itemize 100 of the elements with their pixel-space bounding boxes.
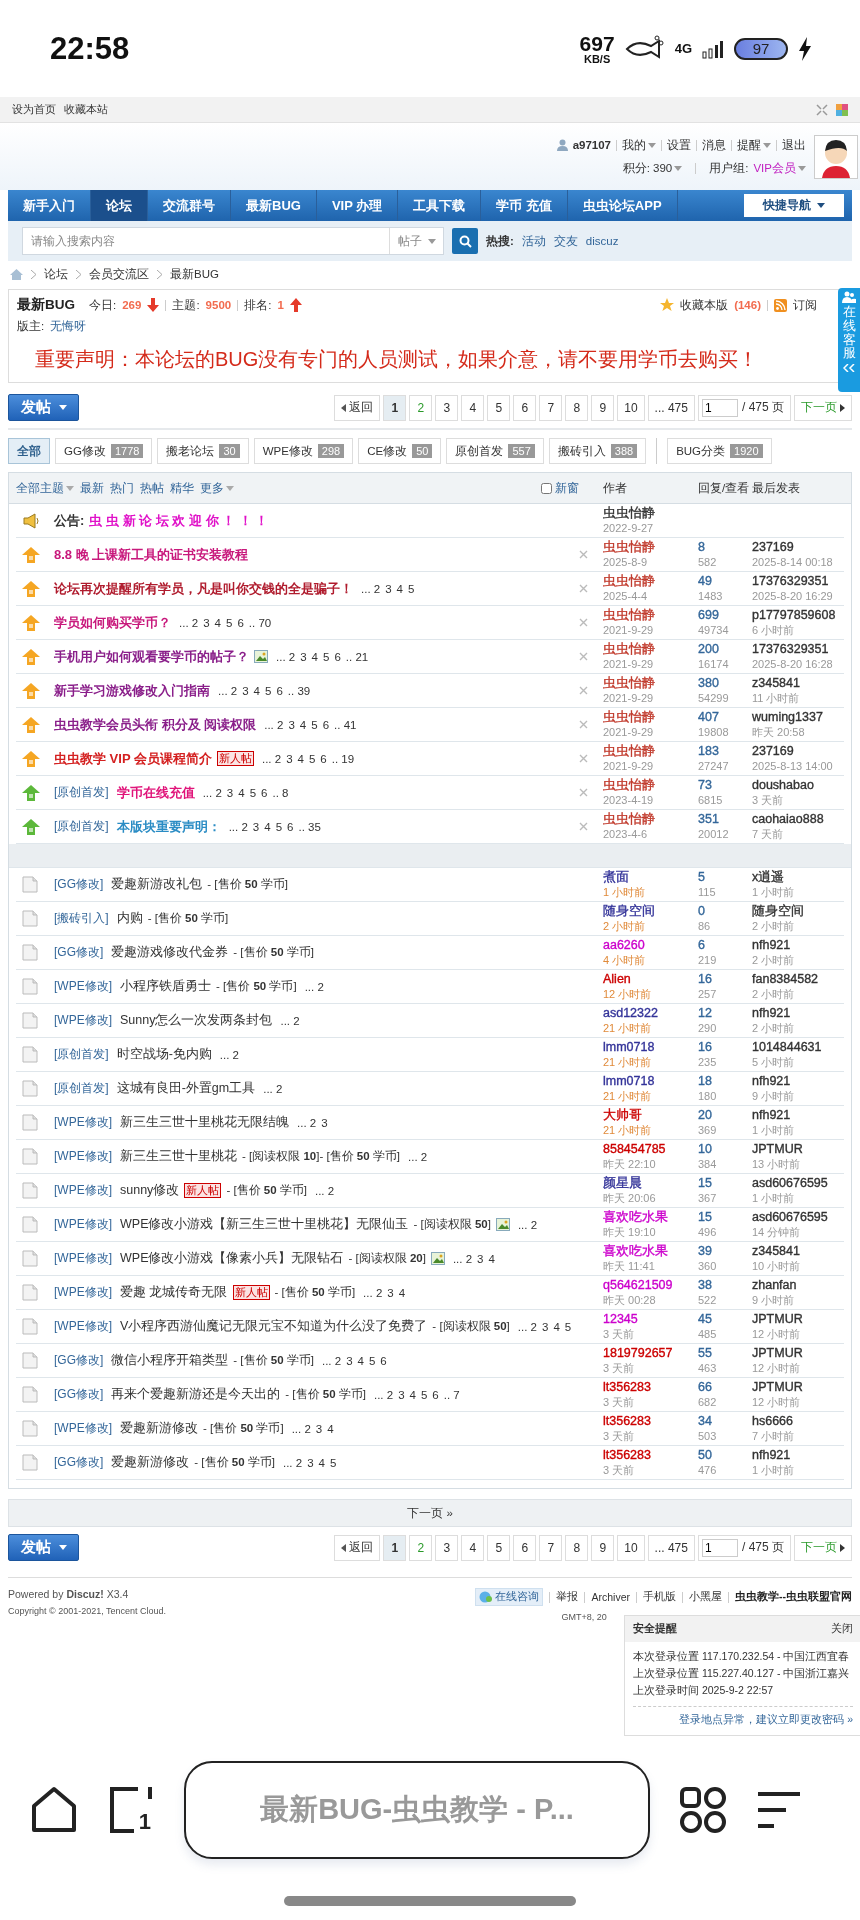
category-link[interactable]: [GG修改]	[54, 1386, 104, 1403]
page-button[interactable]: 5	[487, 394, 511, 421]
page-jump-field[interactable]: 1	[701, 398, 738, 417]
author-link[interactable]: 喜欢吃水果	[603, 1209, 668, 1225]
page-button[interactable]: 10	[617, 1534, 645, 1561]
last-page-button[interactable]: ... 475	[647, 1534, 695, 1561]
thread-title[interactable]: V小程序西游仙魔记无限元宝不知道为什么没了免费了	[120, 1318, 428, 1335]
page-link[interactable]: ... 2	[373, 1388, 394, 1401]
menu-icon[interactable]	[756, 1790, 802, 1830]
thread-title[interactable]: 虫虫教学 VIP 会员课程简介	[54, 749, 212, 768]
page-link[interactable]: 6	[322, 718, 330, 731]
thread-title[interactable]: WPE修改小游戏【新三生三世十里桃花】无限仙玉	[120, 1216, 409, 1233]
top-link[interactable]: 收藏本站	[64, 102, 108, 117]
page-link[interactable]: 3	[346, 1354, 353, 1367]
page-link[interactable]: 3	[242, 684, 249, 697]
new-window-checkbox[interactable]: 新窗	[541, 480, 579, 496]
breadcrumb-link[interactable]: 最新BUG	[170, 266, 219, 282]
reply-count[interactable]: 49	[698, 573, 712, 589]
last-poster[interactable]: 237169	[752, 539, 794, 555]
thread-title[interactable]: 虫 虫 新 论 坛 欢 迎 你 ！ ！ ！	[89, 511, 269, 530]
author-link[interactable]: 颜星晨	[603, 1175, 642, 1191]
thread-title[interactable]: 再来个爱趣新游还是今天出的	[111, 1386, 281, 1403]
reply-count[interactable]: 20	[698, 1107, 712, 1123]
last-poster[interactable]: 随身空间	[752, 903, 804, 919]
close-icon[interactable]	[579, 685, 588, 695]
site-link[interactable]: 虫虫教学--虫虫联盟官网	[735, 1590, 852, 1604]
author-link[interactable]: 12345	[603, 1311, 638, 1327]
page-link[interactable]: 5	[329, 1456, 337, 1469]
thread-title[interactable]: 爱趣游戏修改代金券	[111, 944, 229, 961]
thread-title[interactable]: 小程序铁盾勇士	[120, 978, 211, 995]
page-link[interactable]: ... 2	[228, 820, 248, 833]
page-link[interactable]: ... 2	[517, 1218, 538, 1231]
page-link[interactable]: .. 70	[248, 616, 272, 629]
page-button[interactable]: 10	[617, 394, 645, 421]
close-icon[interactable]	[579, 617, 588, 627]
filter-tab[interactable]: BUG分类 1920	[667, 438, 772, 464]
reply-count[interactable]: 34	[698, 1413, 712, 1429]
close-icon[interactable]	[579, 549, 588, 559]
reply-count[interactable]: 699	[698, 607, 719, 623]
back-button[interactable]: 返回	[334, 394, 381, 421]
last-poster[interactable]: 237169	[752, 743, 794, 759]
last-poster[interactable]: JPTMUR	[752, 1345, 803, 1361]
page-link[interactable]: 3	[288, 718, 295, 731]
last-poster[interactable]: 17376329351	[752, 573, 829, 589]
next-page-button[interactable]: 下一页	[794, 1534, 852, 1561]
reply-count[interactable]: 16	[698, 1039, 712, 1055]
page-button[interactable]: 4	[461, 1534, 485, 1561]
category-link[interactable]: [WPE修改]	[54, 1182, 112, 1199]
thread-title[interactable]: Sunny怎么一次发两条封包	[120, 1012, 273, 1029]
next-page-button[interactable]: 下一页	[794, 394, 852, 421]
page-link[interactable]: .. 39	[287, 684, 311, 697]
page-link[interactable]: 4	[299, 718, 307, 731]
reply-count[interactable]: 183	[698, 743, 719, 759]
thread-title[interactable]: 时空战场-免内购	[116, 1046, 212, 1063]
category-link[interactable]: [WPE修改]	[54, 1284, 112, 1301]
home-icon[interactable]	[30, 1786, 78, 1834]
user-menu-link[interactable]: 设置	[667, 137, 691, 153]
page-button[interactable]: 3	[435, 1534, 459, 1561]
page-link[interactable]: ... 2	[321, 1354, 342, 1367]
page-link[interactable]: 3	[252, 820, 260, 833]
page-link[interactable]: 4	[327, 1422, 334, 1435]
thread-title[interactable]: 新手学习游戏修改入门指南	[54, 681, 210, 700]
last-poster[interactable]: JPTMUR	[752, 1379, 803, 1395]
page-link[interactable]: ... 2	[291, 1422, 311, 1435]
page-link[interactable]: 3	[541, 1320, 549, 1333]
page-link[interactable]: ... 2	[261, 752, 282, 765]
footer-link[interactable]: 手机版	[643, 1590, 676, 1604]
page-link[interactable]: 5	[308, 752, 316, 765]
last-poster[interactable]: 1014844631	[752, 1039, 822, 1055]
author-link[interactable]: 858454785	[603, 1141, 666, 1157]
palette-icon[interactable]	[836, 103, 848, 116]
category-link[interactable]: [原创首发]	[54, 1080, 109, 1097]
category-link[interactable]: [原创首发]	[54, 1046, 109, 1063]
thread-title[interactable]: 爱趣新游修改	[111, 1454, 190, 1471]
page-button[interactable]: 6	[513, 394, 537, 421]
page-link[interactable]: 4	[253, 684, 260, 697]
last-poster[interactable]: hs6666	[752, 1413, 793, 1429]
page-link[interactable]: ... 2	[264, 718, 284, 731]
page-link[interactable]: .. 35	[298, 820, 321, 833]
page-link[interactable]: 4	[318, 1456, 325, 1469]
author-link[interactable]: 虫虫怡静	[603, 641, 655, 657]
author-link[interactable]: 虫虫怡静	[603, 777, 655, 793]
post-button[interactable]: 发帖	[8, 1534, 79, 1561]
page-link[interactable]: 5	[420, 1388, 428, 1401]
thread-filter-link[interactable]: 更多	[200, 480, 234, 496]
reply-count[interactable]: 8	[698, 539, 705, 555]
author-link[interactable]: 虫虫怡静	[603, 743, 655, 759]
reply-count[interactable]: 50	[698, 1447, 712, 1463]
author-link[interactable]: 喜欢吃水果	[603, 1243, 668, 1259]
page-link[interactable]: 3	[321, 1116, 328, 1129]
last-poster[interactable]: 17376329351	[752, 641, 829, 657]
reply-count[interactable]: 73	[698, 777, 712, 793]
thread-filter-link[interactable]: 最新	[80, 480, 104, 496]
page-link[interactable]: 6	[237, 616, 244, 629]
breadcrumb-link[interactable]: 会员交流区	[89, 266, 149, 282]
author-link[interactable]: 虫虫怡静	[603, 573, 655, 589]
last-poster[interactable]: asd60676595	[752, 1175, 828, 1191]
page-link[interactable]: 4	[311, 650, 318, 663]
filter-tab[interactable]: CE修改 50	[358, 438, 442, 464]
filter-tab[interactable]: 搬砖引入 388	[548, 438, 647, 464]
